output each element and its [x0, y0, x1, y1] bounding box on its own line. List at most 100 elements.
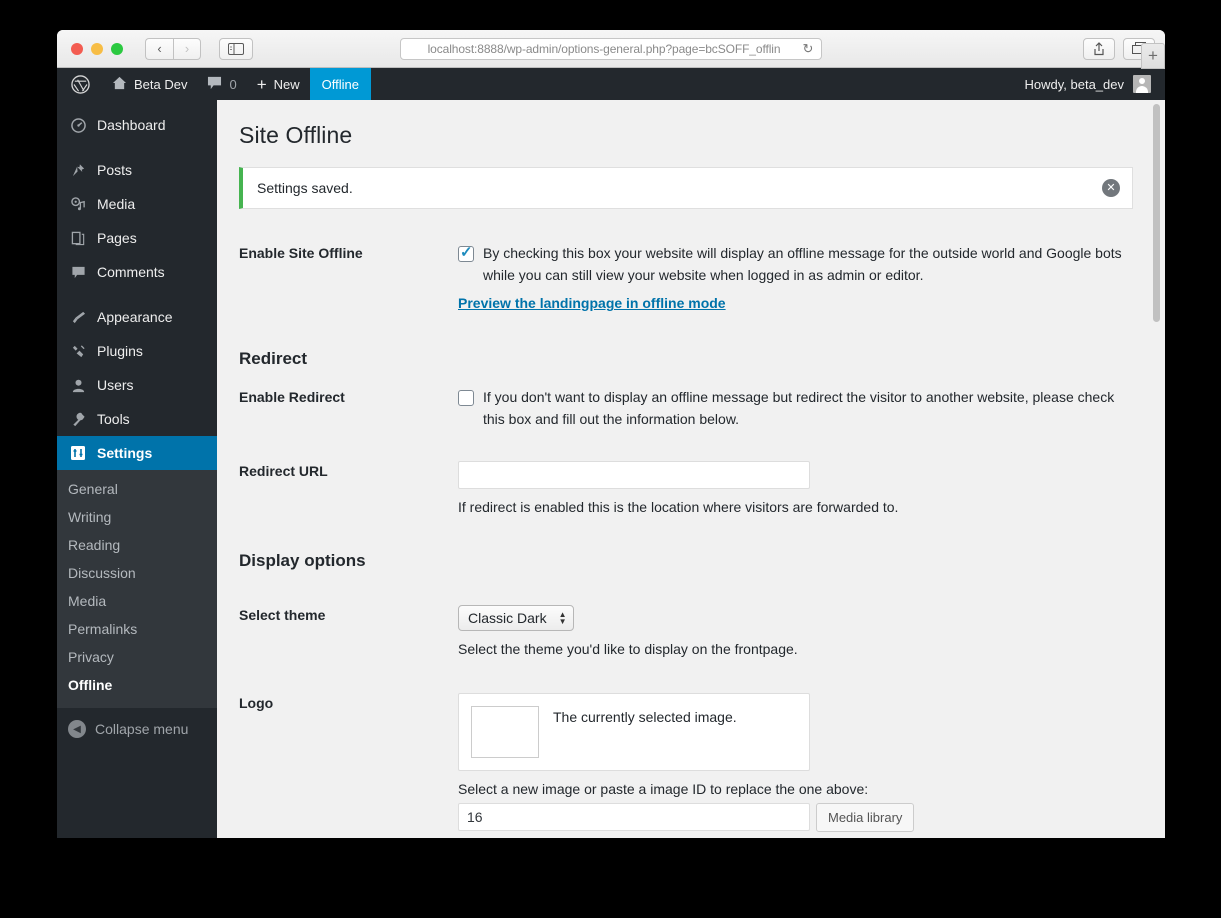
sidebar-item-settings[interactable]: Settings [57, 436, 217, 470]
sidebar-subitem-permalinks[interactable]: Permalinks [57, 615, 217, 643]
site-name-menu[interactable]: Beta Dev [102, 68, 197, 100]
sidebar-item-label: Media [97, 196, 136, 212]
section-heading-display-options: Display options [239, 550, 366, 570]
pin-icon [68, 163, 88, 178]
preview-landingpage-link[interactable]: Preview the landingpage in offline mode [458, 295, 726, 311]
sidebar-item-label: Appearance [97, 309, 173, 325]
field-select-theme: Select theme Classic Dark ▲ ▼ Select the … [239, 597, 1133, 657]
menu-separator [57, 289, 217, 300]
media-library-button[interactable]: Media library [816, 802, 915, 832]
field-enable-site-offline: Enable Site Offline By checking this box… [239, 235, 1133, 313]
sidebar-subitem-general[interactable]: General [57, 475, 217, 503]
section-display-options: Display options [239, 519, 1133, 577]
section-heading-redirect: Redirect [239, 349, 308, 369]
enable-redirect-checkbox[interactable] [458, 390, 474, 407]
sidebar-subitem-privacy[interactable]: Privacy [57, 643, 217, 671]
scrollbar-thumb[interactable] [1153, 104, 1160, 322]
brush-icon [68, 310, 88, 325]
share-icon[interactable] [1083, 37, 1115, 60]
sidebar-item-label: Pages [97, 230, 137, 246]
section-redirect: Redirect [239, 317, 1133, 375]
sidebar-subitem-writing[interactable]: Writing [57, 503, 217, 531]
sidebar-item-comments[interactable]: Comments [57, 255, 217, 289]
sidebar-item-label: Tools [97, 411, 130, 427]
enable-site-offline-checkbox[interactable] [458, 243, 474, 262]
wp-admin-bar: Beta Dev 0 + New Offline Howdy, beta_dev [57, 68, 1165, 100]
user-icon [68, 378, 88, 393]
sidebar-toggle-icon[interactable] [219, 37, 253, 60]
sidebar-subitem-offline[interactable]: Offline [57, 671, 217, 699]
close-icon[interactable]: ✕ [1102, 179, 1120, 197]
stepper-arrows-icon: ▲ ▼ [558, 609, 567, 626]
window-controls [71, 42, 123, 55]
collapse-menu-button[interactable]: ◀ Collapse menu [57, 712, 217, 746]
page-scrollbar[interactable] [1151, 100, 1162, 838]
new-label: New [273, 76, 300, 92]
select-theme-value: Classic Dark [468, 609, 547, 626]
sidebar-subitem-reading[interactable]: Reading [57, 531, 217, 559]
navigation-buttons: ‹ › [145, 37, 201, 60]
minimize-window-button[interactable] [91, 42, 103, 55]
sidebar-item-label: Comments [97, 264, 165, 280]
collapse-menu-label: Collapse menu [95, 721, 189, 737]
sidebar-item-label: Plugins [97, 343, 143, 359]
logo-caption: The currently selected image. [553, 708, 737, 725]
comment-bubble-icon [207, 76, 222, 93]
back-icon[interactable]: ‹ [145, 37, 173, 60]
logo-preview-box: The currently selected image. [458, 692, 810, 771]
address-bar[interactable]: localhost:8888/wp-admin/options-general.… [400, 37, 822, 60]
sidebar-item-dashboard[interactable]: Dashboard [57, 108, 217, 142]
new-tab-button[interactable]: + [1141, 43, 1165, 69]
dashboard-icon [68, 117, 88, 133]
plug-icon [68, 344, 88, 359]
sidebar-item-media[interactable]: Media [57, 187, 217, 221]
field-label: Select theme [239, 606, 326, 623]
address-bar-text: localhost:8888/wp-admin/options-general.… [427, 41, 781, 56]
sidebar-item-posts[interactable]: Posts [57, 153, 217, 187]
settings-submenu: General Writing Reading Discussion Media… [57, 470, 217, 708]
sidebar-item-users[interactable]: Users [57, 368, 217, 402]
howdy-label: Howdy, beta_dev [1024, 76, 1125, 92]
maximize-window-button[interactable] [111, 42, 123, 55]
new-content-menu[interactable]: + New [247, 68, 310, 100]
sidebar-item-label: Dashboard [97, 117, 166, 133]
logo-thumbnail[interactable] [471, 705, 539, 758]
forward-icon[interactable]: › [173, 37, 201, 60]
home-icon [112, 76, 127, 93]
comments-count: 0 [229, 76, 237, 92]
sidebar-item-appearance[interactable]: Appearance [57, 300, 217, 334]
logo-id-input[interactable] [458, 803, 810, 832]
sidebar-item-label: Settings [97, 445, 153, 461]
redirect-url-input[interactable] [458, 460, 810, 489]
pages-icon [68, 231, 88, 246]
sidebar-item-label: Posts [97, 162, 133, 178]
admin-sidebar: Dashboard Posts Media Pages Comments App… [57, 100, 217, 838]
account-menu[interactable]: Howdy, beta_dev [1025, 75, 1166, 93]
sidebar-item-tools[interactable]: Tools [57, 402, 217, 436]
sidebar-subitem-discussion[interactable]: Discussion [57, 559, 217, 587]
enable-redirect-description: If you don't want to display an offline … [483, 389, 1115, 428]
settings-icon [68, 445, 88, 461]
sidebar-subitem-media[interactable]: Media [57, 587, 217, 615]
sidebar-item-plugins[interactable]: Plugins [57, 334, 217, 368]
notice-message: Settings saved. [257, 180, 353, 196]
adminbar-item-offline[interactable]: Offline [309, 68, 372, 100]
wordpress-logo-icon[interactable] [57, 68, 102, 100]
field-label: Enable Site Offline [239, 245, 363, 261]
admin-body: Dashboard Posts Media Pages Comments App… [57, 100, 1165, 838]
comment-icon [68, 265, 88, 280]
select-theme-description: Select the theme you'd like to display o… [458, 640, 798, 657]
field-label: Redirect URL [239, 462, 328, 479]
browser-toolbar: ‹ › localhost:8888/wp-admin/options-gene… [57, 30, 1165, 68]
page-title: Site Offline [239, 122, 353, 148]
site-name-label: Beta Dev [134, 76, 188, 92]
sidebar-item-pages[interactable]: Pages [57, 221, 217, 255]
comments-menu[interactable]: 0 [197, 68, 246, 100]
field-label: Enable Redirect [239, 389, 345, 406]
avatar [1133, 75, 1151, 93]
reload-icon[interactable]: ↻ [801, 41, 815, 57]
wrench-icon [68, 412, 88, 427]
redirect-url-description: If redirect is enabled this is the locat… [458, 498, 899, 515]
close-window-button[interactable] [71, 42, 83, 55]
select-theme-dropdown[interactable]: Classic Dark ▲ ▼ [458, 604, 574, 631]
